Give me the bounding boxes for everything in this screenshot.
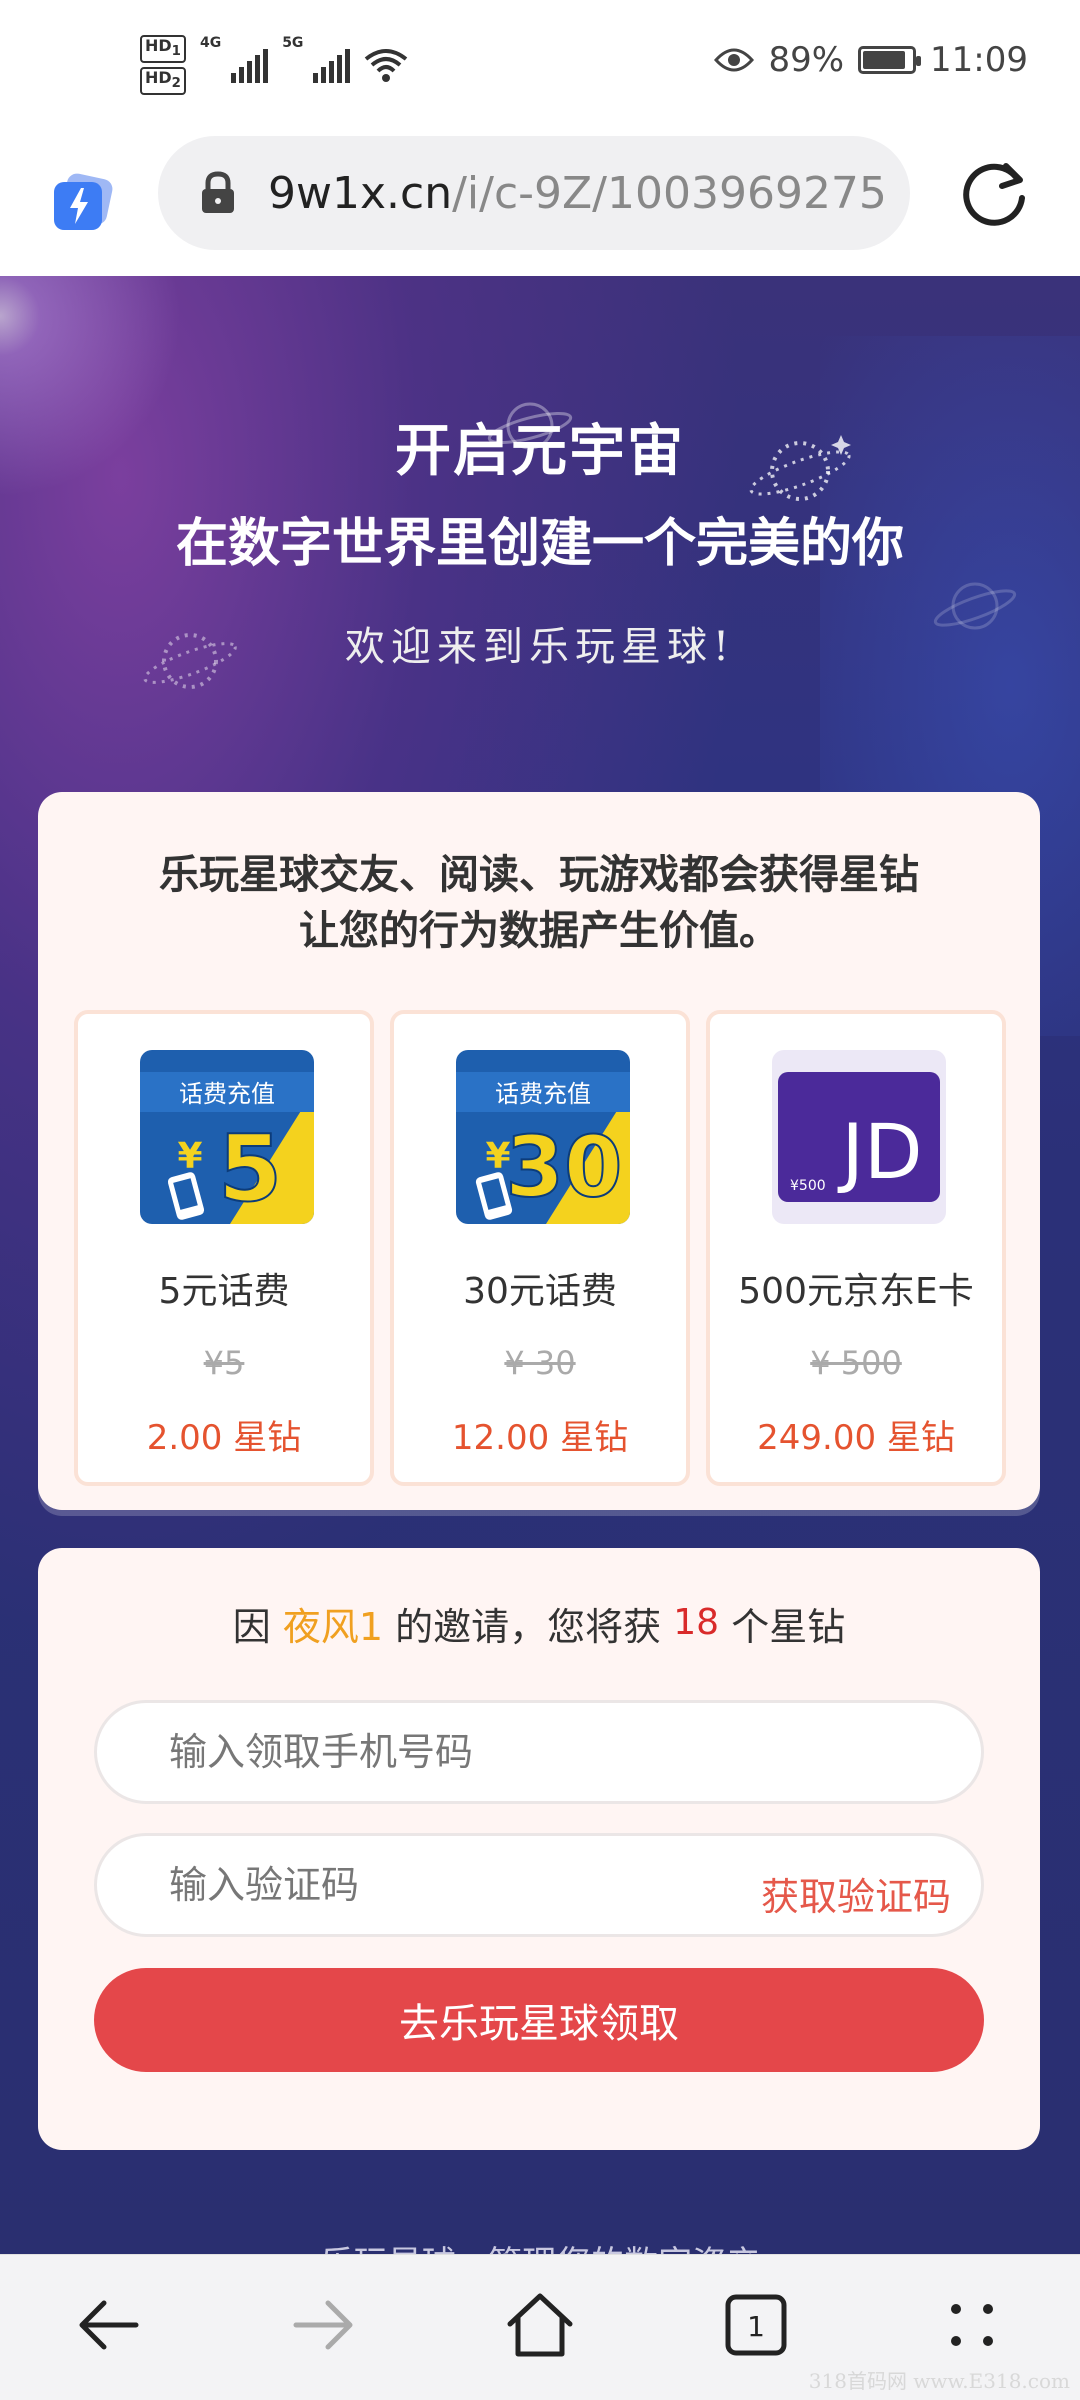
rewards-heading-line1: 乐玩星球交友、阅读、玩游戏都会获得星钻 [159, 852, 919, 898]
clock: 11:09 [930, 40, 1028, 80]
forward-button[interactable] [284, 2285, 364, 2365]
hd2-badge: HD2 [140, 67, 186, 96]
lock-icon [202, 171, 234, 213]
svg-text:1: 1 [747, 2310, 765, 2343]
prize-item[interactable]: 话费充值 ¥ 30 30元话费 ¥ 30 12.00 星钻 [390, 1010, 690, 1486]
prize-item[interactable]: JD ¥500 500元京东E卡 ¥ 500 249.00 星钻 [706, 1010, 1006, 1486]
svg-text:JD: JD [838, 1107, 923, 1196]
rewards-card: 乐玩星球交友、阅读、玩游戏都会获得星钻 让您的行为数据产生价值。 话费充值 ¥ … [38, 792, 1040, 1510]
prize-item[interactable]: 话费充值 ¥ 5 5元话费 ¥5 2.00 星钻 [74, 1010, 374, 1486]
watermark-text: 318首码网 www.E318.com [808, 2369, 1070, 2393]
status-bar: HD1 HD2 4G 5G 89% 11:09 [0, 0, 1080, 130]
prize-name: 5元话费 [158, 1271, 290, 1312]
hd1-badge: HD1 [140, 35, 186, 64]
hero-subtitle: 欢迎来到乐玩星球! [344, 624, 736, 670]
prize-original-price: ¥ 500 [810, 1344, 902, 1382]
svg-text:¥: ¥ [177, 1136, 202, 1177]
battery-percent: 89% [768, 40, 845, 80]
hero-headline: 在数字世界里创建一个完美的你 [175, 513, 904, 574]
home-button[interactable] [500, 2285, 580, 2365]
eye-icon [714, 48, 755, 72]
network-5g-label: 5G [282, 35, 304, 51]
rewards-heading: 乐玩星球交友、阅读、玩游戏都会获得星钻 让您的行为数据产生价值。 [38, 847, 1040, 959]
svg-text:话费充值: 话费充值 [179, 1080, 275, 1108]
reward-amount: 18 [673, 1602, 720, 1643]
prize-price: 249.00 星钻 [757, 1418, 955, 1458]
svg-text:5: 5 [218, 1115, 282, 1222]
tabs-button[interactable]: 1 [716, 2285, 796, 2365]
claim-card: 因 夜风1 的邀请，您将获 18 个星钻 获取验证码 去乐玩星球领取 [38, 1548, 1040, 2150]
address-bar[interactable]: 9w1x.cn/i/c-9Z/1003969275 [158, 136, 910, 250]
prize-name: 500元京东E卡 [738, 1271, 974, 1312]
back-button[interactable] [68, 2285, 148, 2365]
svg-text:话费充值: 话费充值 [495, 1080, 591, 1108]
prize-price: 12.00 星钻 [451, 1418, 629, 1458]
network-4g-label: 4G [199, 35, 222, 51]
back-arrow-icon [79, 2300, 139, 2350]
signal-icon [313, 47, 351, 84]
forward-arrow-icon [293, 2300, 353, 2350]
svg-text:30: 30 [506, 1118, 623, 1216]
home-icon [507, 2293, 573, 2357]
prize-name: 30元话费 [463, 1271, 617, 1312]
browser-nav-bar: 1 318首码网 www.E318.com [0, 2254, 1080, 2400]
url-host: 9w1x.cn [268, 167, 453, 219]
battery-icon [858, 46, 922, 74]
status-right: 89% 11:09 [714, 40, 1028, 80]
phone-field [94, 1700, 984, 1804]
phone-recharge-30-image: 话费充值 ¥ 30 [456, 1050, 630, 1224]
get-code-button[interactable]: 获取验证码 [761, 1866, 951, 1921]
signal-icon [231, 47, 269, 84]
menu-button[interactable] [932, 2285, 1012, 2365]
invite-middle: 的邀请，您将获 [395, 1605, 662, 1649]
bolt-icon[interactable] [50, 170, 114, 234]
invite-message: 因 夜风1 的邀请，您将获 18 个星钻 [38, 1596, 1040, 1651]
hero-title: 开启元宇宙 [395, 418, 685, 484]
url-path: /i/c-9Z/1003969275 [452, 167, 887, 219]
invite-prefix: 因 [232, 1605, 271, 1649]
menu-dots-icon [951, 2304, 993, 2346]
status-left: HD1 HD2 4G 5G [140, 35, 408, 96]
svg-text:¥500: ¥500 [790, 1178, 826, 1194]
rewards-heading-line2: 让您的行为数据产生价值。 [299, 908, 779, 954]
wifi-icon [365, 49, 408, 83]
prize-price: 2.00 星钻 [146, 1418, 302, 1458]
reload-icon[interactable] [960, 158, 1030, 228]
url-text[interactable]: 9w1x.cn/i/c-9Z/1003969275 [268, 168, 887, 219]
browser-toolbar: 9w1x.cn/i/c-9Z/1003969275 [0, 130, 1080, 276]
invite-suffix: 个星钻 [731, 1605, 846, 1649]
phone-input[interactable] [167, 1703, 667, 1801]
phone-recharge-5-image: 话费充值 ¥ 5 [140, 1050, 314, 1224]
inviter-name: 夜风1 [282, 1605, 384, 1649]
hd-indicator: HD1 HD2 [140, 35, 186, 96]
verification-code-input[interactable] [167, 1836, 667, 1934]
prize-original-price: ¥ 30 [504, 1344, 576, 1382]
code-field: 获取验证码 [94, 1833, 984, 1937]
tabs-icon: 1 [725, 2294, 787, 2356]
jd-ecard-image: JD ¥500 [772, 1050, 946, 1224]
claim-button[interactable]: 去乐玩星球领取 [94, 1968, 984, 2072]
prize-original-price: ¥5 [203, 1344, 245, 1382]
battery-fill [863, 51, 906, 69]
